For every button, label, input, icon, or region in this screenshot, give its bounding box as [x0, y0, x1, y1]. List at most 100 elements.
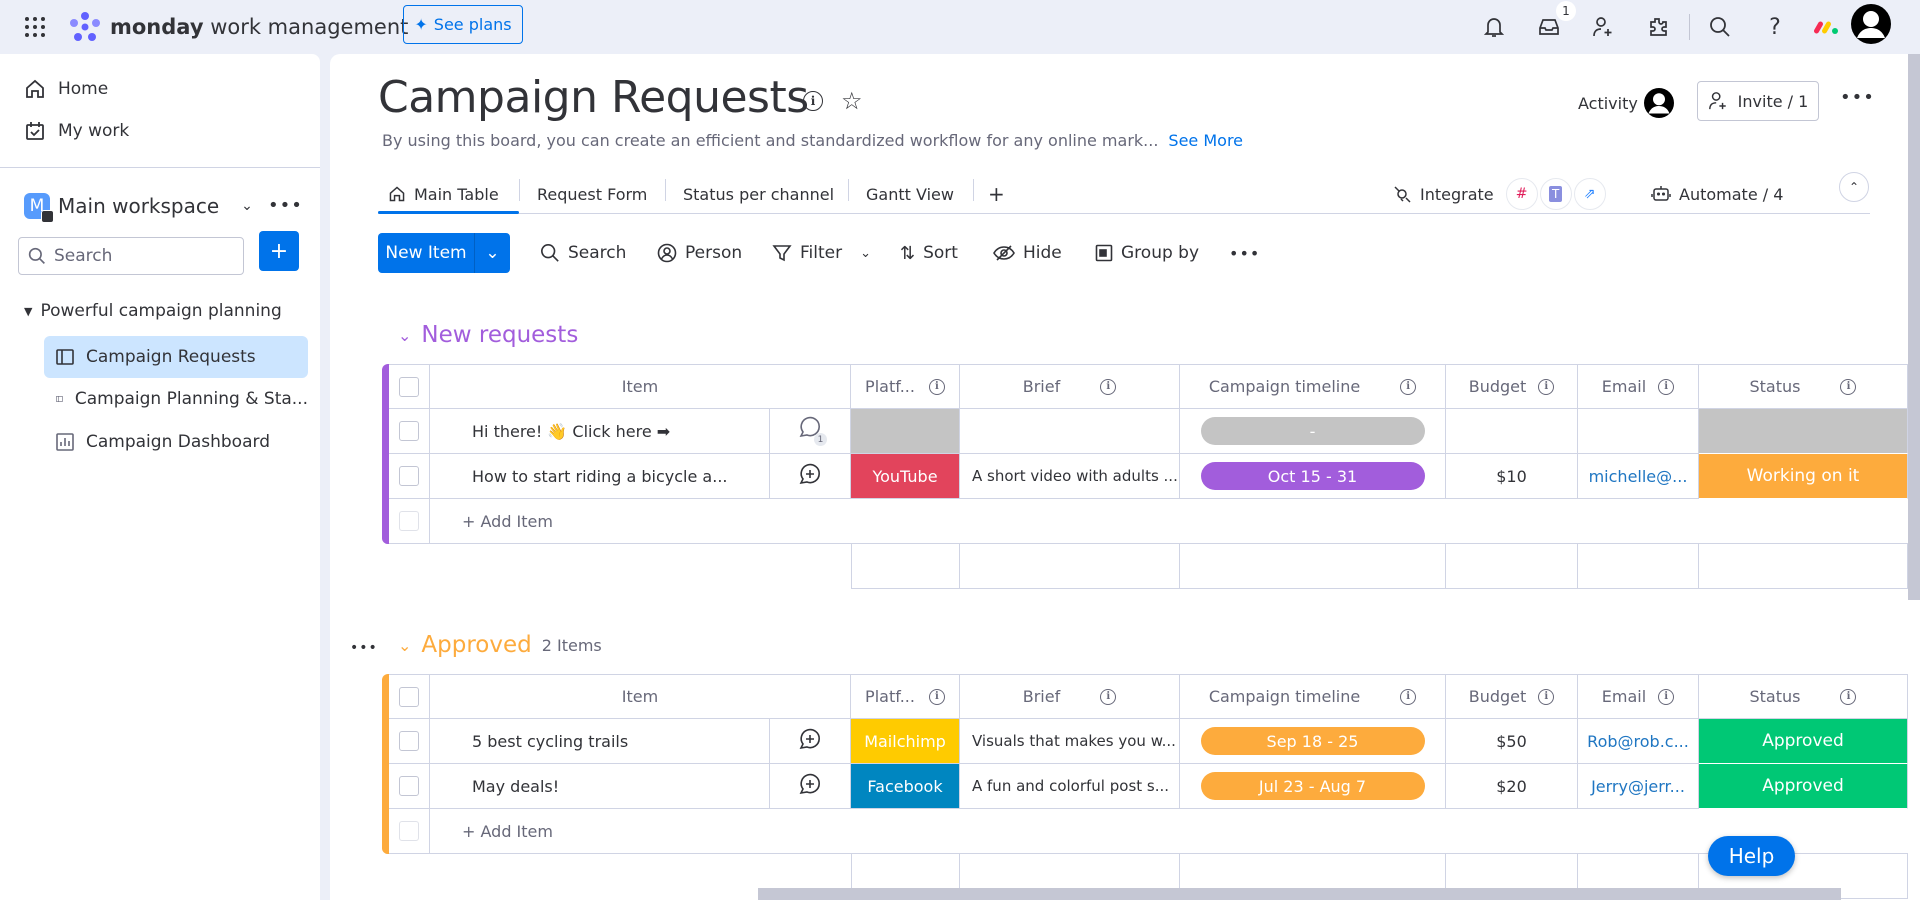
cell-status[interactable]: Approved [1699, 719, 1908, 764]
sidebar-item-home[interactable]: Home [24, 78, 108, 100]
column-info-icon[interactable]: i [1840, 378, 1857, 395]
table-row[interactable]: May deals! Facebook A fun and colorful pos… [382, 764, 1908, 809]
timeline-pill[interactable]: Oct 15 - 31 [1200, 462, 1425, 490]
activity-button[interactable]: Activity [1578, 88, 1674, 118]
cell-budget[interactable]: $20 [1446, 764, 1578, 809]
search-tool-button[interactable]: Search [540, 238, 626, 268]
cell-item[interactable]: Hi there! 👋 Click here ➡ [430, 409, 770, 454]
tab-status-per-channel[interactable]: Status per channel [683, 175, 834, 213]
item-name[interactable]: Hi there! 👋 Click here ➡ [472, 422, 670, 441]
group-title[interactable]: Approved [421, 632, 531, 658]
cell-timeline[interactable]: Oct 15 - 31 [1180, 454, 1446, 499]
column-info-icon[interactable]: i [1400, 688, 1417, 705]
item-name[interactable]: 5 best cycling trails [472, 732, 628, 751]
cell-status[interactable]: Working on it [1699, 454, 1908, 499]
add-update-icon[interactable] [798, 772, 822, 800]
column-header-platform[interactable]: Platf... i [851, 674, 960, 719]
cell-timeline[interactable]: Sep 18 - 25 [1180, 719, 1446, 764]
apps-marketplace-icon[interactable] [1643, 12, 1673, 42]
add-update-icon[interactable] [798, 462, 822, 490]
column-header-item[interactable]: Item [430, 674, 851, 719]
add-item-row[interactable]: + Add Item [382, 809, 1908, 854]
add-item-input[interactable]: + Add Item [430, 809, 1908, 854]
select-all-checkbox[interactable] [399, 376, 419, 397]
folder-powerful-campaign-planning[interactable]: ▼ Powerful campaign planning [24, 301, 282, 321]
column-info-icon[interactable]: i [1100, 688, 1117, 705]
select-all-checkbox[interactable] [399, 686, 419, 707]
new-item-dropdown-icon[interactable]: ⌄ [474, 233, 510, 273]
cell-platform[interactable] [851, 409, 960, 454]
column-info-icon[interactable]: i [928, 688, 945, 705]
see-plans-button[interactable]: ✦ See plans [403, 5, 523, 44]
integrate-button[interactable]: Integrate # T ⇗ [1392, 175, 1606, 213]
cell-status[interactable]: Approved [1699, 764, 1908, 809]
cell-timeline[interactable]: - [1180, 409, 1446, 454]
cell-comment[interactable] [770, 719, 851, 764]
cell-platform[interactable]: YouTube [851, 454, 960, 499]
toolbar-more-icon[interactable]: ••• [1229, 238, 1260, 268]
cell-email[interactable] [1578, 409, 1699, 454]
tab-gantt-view[interactable]: Gantt View [866, 175, 954, 213]
notifications-bell-icon[interactable] [1479, 12, 1509, 42]
board-title[interactable]: Campaign Requests [378, 72, 809, 123]
cell-timeline[interactable]: Jul 23 - Aug 7 [1180, 764, 1446, 809]
cell-platform[interactable]: Mailchimp [851, 719, 960, 764]
timeline-pill[interactable]: Jul 23 - Aug 7 [1200, 772, 1425, 800]
sidebar-board-campaign-dashboard[interactable]: Campaign Dashboard [44, 421, 308, 463]
brand-logo[interactable]: monday work management [68, 8, 408, 46]
table-row[interactable]: How to start riding a bicycle a... YouTub… [382, 454, 1908, 499]
sidebar-board-campaign-planning[interactable]: Campaign Planning & Sta... [44, 378, 308, 420]
row-checkbox[interactable] [399, 776, 419, 796]
cell-chk[interactable] [389, 719, 430, 764]
cell-status[interactable] [1699, 409, 1908, 454]
conversation-icon[interactable]: 1 [797, 416, 827, 446]
filter-chevron-icon[interactable]: ⌄ [860, 246, 871, 261]
favorite-star-icon[interactable]: ☆ [841, 87, 863, 115]
search-icon[interactable] [1705, 12, 1735, 42]
cell-comment[interactable]: 1 [770, 409, 851, 454]
column-header-chk[interactable] [389, 364, 430, 409]
email-link[interactable]: michelle@... [1589, 467, 1688, 486]
cell-email[interactable]: Rob@rob.c... [1578, 719, 1699, 764]
tab-request-form[interactable]: Request Form [537, 175, 647, 213]
vertical-scrollbar[interactable] [1908, 54, 1920, 600]
row-checkbox[interactable] [399, 421, 419, 441]
help-question-icon[interactable]: ? [1760, 12, 1790, 42]
cell-budget[interactable]: $10 [1446, 454, 1578, 499]
column-header-status[interactable]: Status i [1699, 674, 1908, 719]
column-header-email[interactable]: Email i [1578, 364, 1699, 409]
cell-chk[interactable] [389, 454, 430, 499]
column-header-email[interactable]: Email i [1578, 674, 1699, 719]
column-info-icon[interactable]: i [1658, 378, 1675, 395]
user-avatar[interactable] [1851, 4, 1891, 44]
column-header-timeline[interactable]: Campaign timeline i [1180, 674, 1446, 719]
invite-button[interactable]: Invite / 1 [1697, 81, 1819, 121]
column-info-icon[interactable]: i [1538, 688, 1555, 705]
table-row[interactable]: Hi there! 👋 Click here ➡ 1 - [382, 409, 1908, 454]
chevron-down-icon[interactable]: ⌄ [241, 198, 253, 214]
group-collapse-chevron-icon[interactable]: ⌄ [398, 636, 411, 655]
board-more-icon[interactable]: ••• [1840, 87, 1875, 108]
timeline-pill[interactable]: Sep 18 - 25 [1200, 727, 1425, 755]
cell-brief[interactable]: Visuals that makes you w... [960, 719, 1180, 764]
automate-button[interactable]: Automate / 4 [1651, 175, 1783, 213]
cell-budget[interactable] [1446, 409, 1578, 454]
group-title[interactable]: New requests [421, 322, 578, 348]
workspace-more-icon[interactable]: ••• [268, 195, 303, 216]
board-info-icon[interactable]: i [803, 91, 823, 111]
item-name[interactable]: May deals! [472, 777, 559, 796]
column-info-icon[interactable]: i [1658, 688, 1675, 705]
person-filter-button[interactable]: Person [657, 238, 742, 268]
column-header-platform[interactable]: Platf... i [851, 364, 960, 409]
add-item-input[interactable]: + Add Item [430, 499, 1908, 544]
add-board-button[interactable]: + [259, 231, 299, 271]
column-header-brief[interactable]: Brief i [960, 364, 1180, 409]
sidebar-item-my-work[interactable]: My work [24, 120, 129, 142]
email-link[interactable]: Jerry@jerr... [1591, 777, 1685, 796]
help-button[interactable]: Help [1708, 836, 1795, 876]
cell-email[interactable]: michelle@... [1578, 454, 1699, 499]
column-info-icon[interactable]: i [1100, 378, 1117, 395]
column-info-icon[interactable]: i [928, 378, 945, 395]
collapse-header-button[interactable]: ⌃ [1839, 172, 1869, 202]
sidebar-board-campaign-requests[interactable]: Campaign Requests [44, 336, 308, 378]
